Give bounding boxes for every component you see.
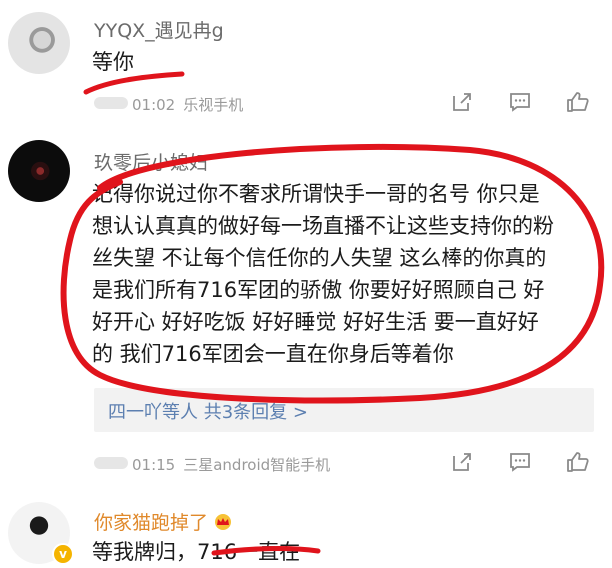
view-replies-link[interactable]: 四一吖等人 共3条回复 > [108,398,308,424]
comment-username[interactable]: YYQX_遇见冉g [94,16,224,43]
comment-icon [510,93,530,112]
comment-username[interactable]: 玖零后小媳妇 [94,148,208,175]
comment-text-line: 的 我们716军团会一直在你身后等着你 [92,342,454,366]
thumbs-up-icon [567,452,589,472]
comment-text-line: 想认认真真的做好每一场直播不让这些支持你的粉 [92,214,554,238]
comment-meta: 01:02 乐视手机 [100,94,243,115]
comment-time: 01:02 [132,96,176,114]
comment-time: 01:15 [132,456,176,474]
verified-v-icon: v [52,543,74,565]
comment-text-line: 丝失望 不让每个信任你的人失望 这么棒的你真的 [92,246,547,270]
comment-text: 等我牌归，716一直在 [92,540,301,564]
comment-device: 乐视手机 [183,96,244,114]
share-button[interactable] [448,88,476,116]
crown-badge-icon [215,514,232,530]
share-icon [453,453,471,471]
like-button[interactable] [564,448,592,476]
comment-actions [448,88,592,116]
comment-icon [510,453,530,472]
share-button[interactable] [448,448,476,476]
comment-username-text: 你家猫跑掉了 [94,512,209,534]
thumbs-up-icon [567,92,589,112]
comment-button[interactable] [506,448,534,476]
avatar[interactable] [8,12,70,74]
comment-actions [448,448,592,476]
comment-text: 等你 [92,50,134,74]
avatar[interactable] [8,140,70,202]
comment-device: 三星android智能手机 [183,456,331,474]
like-button[interactable] [564,88,592,116]
replies-box: 四一吖等人 共3条回复 > [94,388,594,432]
comment-meta: 01:15 三星android智能手机 [100,454,330,475]
comment-text-line: 记得你说过你不奢求所谓快手一哥的名号 你只是 [92,182,540,206]
comment-username[interactable]: 你家猫跑掉了 [94,508,234,535]
comment-text-line: 好开心 好好吃饭 好好睡觉 好好生活 要一直好好 [92,310,539,334]
comment-text-line: 是我们所有716军团的骄傲 你要好好照顾自己 好 [92,278,545,302]
comment-button[interactable] [506,88,534,116]
share-icon [453,93,471,111]
